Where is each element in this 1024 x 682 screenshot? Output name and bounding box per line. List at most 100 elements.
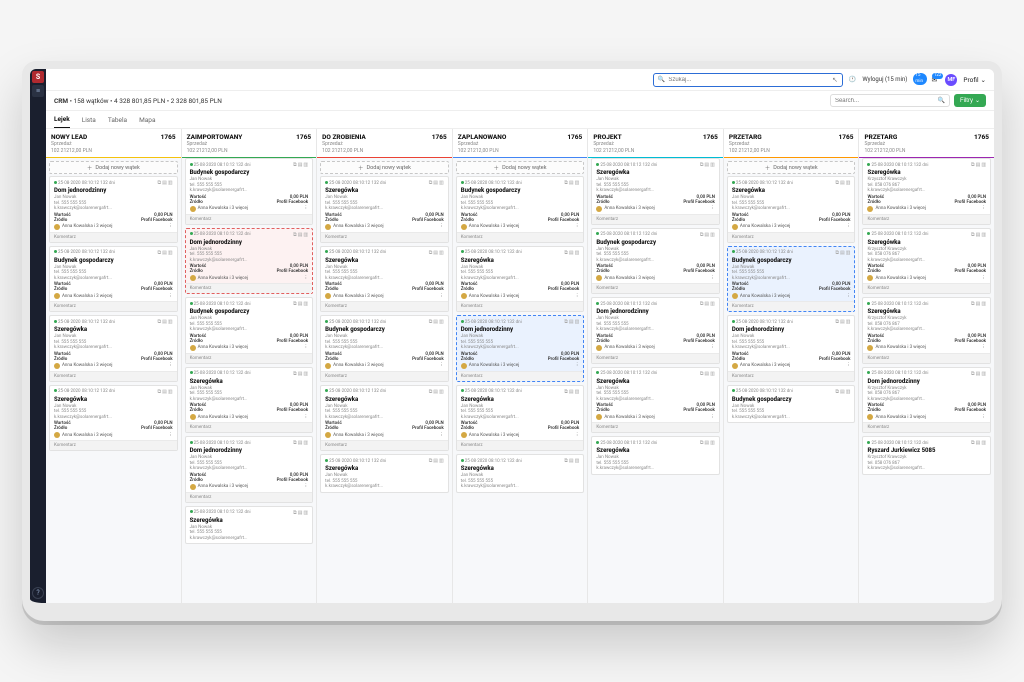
card-comment-bar[interactable]: Komentarz [728, 371, 855, 381]
archive-icon[interactable]: ▥ [168, 250, 173, 256]
app-logo[interactable]: S [32, 71, 44, 83]
copy-icon[interactable]: ⧉ [971, 440, 975, 446]
archive-icon[interactable]: ▥ [710, 162, 715, 168]
add-thread-button[interactable]: ＋ Dodaj nowy wątek [49, 161, 178, 174]
lead-card[interactable]: 25·08·2020 08:10:12 132 dni ⧉ ▤ ▥ Szereg… [456, 454, 585, 493]
card-comment-bar[interactable]: Komentarz [186, 353, 313, 363]
card-comment-bar[interactable]: Komentarz [50, 440, 177, 450]
card-comment-bar[interactable]: Komentarz [186, 422, 313, 432]
lead-card[interactable]: 25·08·2020 08:10:12 132 dni ⧉ ▤ ▥ Szereg… [320, 385, 449, 452]
archive-icon[interactable]: ▥ [981, 440, 986, 446]
more-icon[interactable]: ⋮ [575, 433, 580, 438]
card-comment-bar[interactable]: Komentarz [50, 301, 177, 311]
more-icon[interactable]: ⋮ [439, 363, 444, 368]
secondary-search[interactable]: 🔍 [830, 94, 950, 107]
calendar-icon[interactable]: ▤ [840, 250, 845, 256]
calendar-icon[interactable]: ▤ [298, 510, 303, 516]
more-icon[interactable]: ⋮ [439, 224, 444, 229]
copy-icon[interactable]: ⧉ [564, 250, 568, 256]
calendar-icon[interactable]: ▤ [840, 180, 845, 186]
archive-icon[interactable]: ▥ [981, 371, 986, 377]
more-icon[interactable]: ⋮ [982, 415, 987, 420]
lead-card[interactable]: 25·08·2020 08:10:12 132 dni ⧉ ▤ ▥ Budyne… [320, 315, 449, 382]
calendar-icon[interactable]: ▤ [433, 250, 438, 256]
user-avatar[interactable]: MF [945, 74, 957, 86]
lead-card[interactable]: 25·08·2020 08:10:12 132 dni ⧉ ▤ ▥ Dom je… [727, 315, 856, 382]
lead-card[interactable]: 25·08·2020 08:10:12 132 dni ⧉ ▤ ▥ Szereg… [185, 506, 314, 545]
archive-icon[interactable]: ▥ [575, 389, 580, 395]
copy-icon[interactable]: ⧉ [429, 180, 433, 186]
archive-icon[interactable]: ▥ [168, 180, 173, 186]
calendar-icon[interactable]: ▤ [298, 162, 303, 168]
calendar-icon[interactable]: ▤ [704, 371, 709, 377]
more-icon[interactable]: ⋮ [710, 206, 715, 211]
more-icon[interactable]: ⋮ [304, 206, 309, 211]
card-comment-bar[interactable]: Komentarz [457, 301, 584, 311]
more-icon[interactable]: ⋮ [846, 224, 851, 229]
card-comment-bar[interactable]: Komentarz [321, 440, 448, 450]
card-comment-bar[interactable]: Komentarz [50, 371, 177, 381]
lead-card[interactable]: 25·08·2020 08:10:12 132 dni ⧉ ▤ ▥ Dom je… [185, 228, 314, 295]
copy-icon[interactable]: ⧉ [835, 319, 839, 325]
more-icon[interactable]: ⋮ [846, 294, 851, 299]
archive-icon[interactable]: ▥ [575, 319, 580, 325]
card-comment-bar[interactable]: Komentarz [728, 232, 855, 242]
archive-icon[interactable]: ▥ [439, 180, 444, 186]
secondary-search-input[interactable] [835, 98, 938, 104]
filters-button[interactable]: Filtry ⌄ [954, 94, 986, 107]
copy-icon[interactable]: ⧉ [835, 180, 839, 186]
archive-icon[interactable]: ▥ [303, 301, 308, 307]
more-icon[interactable]: ⋮ [982, 206, 987, 211]
profile-menu[interactable]: Profil⌄ [963, 76, 986, 84]
global-search[interactable]: 🔍 ↖ [653, 73, 843, 87]
copy-icon[interactable]: ⧉ [158, 250, 162, 256]
calendar-icon[interactable]: ▤ [569, 458, 574, 464]
lead-card[interactable]: 25·08·2020 08:10:12 132 dni ⧉ ▤ ▥ Dom je… [591, 297, 720, 364]
more-icon[interactable]: ⋮ [710, 345, 715, 350]
archive-icon[interactable]: ▥ [575, 250, 580, 256]
mail-icon[interactable]: ✉122 [929, 75, 939, 85]
more-icon[interactable]: ⋮ [168, 224, 173, 229]
archive-icon[interactable]: ▥ [303, 232, 308, 238]
add-thread-button[interactable]: ＋ Dodaj nowy wątek [727, 161, 856, 174]
copy-icon[interactable]: ⧉ [971, 371, 975, 377]
copy-icon[interactable]: ⧉ [971, 232, 975, 238]
copy-icon[interactable]: ⧉ [293, 440, 297, 446]
copy-icon[interactable]: ⧉ [700, 301, 704, 307]
card-comment-bar[interactable]: Komentarz [863, 283, 990, 293]
calendar-icon[interactable]: ▤ [704, 301, 709, 307]
archive-icon[interactable]: ▥ [846, 180, 851, 186]
lead-card[interactable]: 25·08·2020 08:10:12 132 dni ⧉ ▤ ▥ Szereg… [862, 158, 991, 225]
more-icon[interactable]: ⋮ [982, 276, 987, 281]
archive-icon[interactable]: ▥ [439, 458, 444, 464]
copy-icon[interactable]: ⧉ [293, 301, 297, 307]
lead-card[interactable]: 25·08·2020 08:10:12 132 dni ⧉ ▤ ▥ Szereg… [591, 158, 720, 225]
lead-card[interactable]: 25·08·2020 08:10:12 132 dni ⧉ ▤ ▥ Szereg… [320, 454, 449, 493]
card-comment-bar[interactable]: Komentarz [457, 371, 584, 381]
copy-icon[interactable]: ⧉ [429, 389, 433, 395]
archive-icon[interactable]: ▥ [710, 301, 715, 307]
lead-card[interactable]: 25·08·2020 08:10:12 132 dni ⧉ ▤ ▥ Szereg… [49, 385, 178, 452]
card-comment-bar[interactable]: Komentarz [321, 301, 448, 311]
archive-icon[interactable]: ▥ [303, 162, 308, 168]
lead-card[interactable]: 25·08·2020 08:10:12 132 dni ⧉ ▤ ▥ Szereg… [591, 436, 720, 475]
calendar-icon[interactable]: ▤ [569, 250, 574, 256]
copy-icon[interactable]: ⧉ [158, 319, 162, 325]
copy-icon[interactable]: ⧉ [835, 250, 839, 256]
calendar-icon[interactable]: ▤ [162, 319, 167, 325]
archive-icon[interactable]: ▥ [710, 371, 715, 377]
card-comment-bar[interactable]: Komentarz [321, 232, 448, 242]
calendar-icon[interactable]: ▤ [433, 389, 438, 395]
calendar-icon[interactable]: ▤ [569, 319, 574, 325]
copy-icon[interactable]: ⧉ [700, 162, 704, 168]
tab-tabela[interactable]: Tabela [108, 112, 127, 128]
card-comment-bar[interactable]: Komentarz [50, 232, 177, 242]
global-search-input[interactable] [668, 77, 829, 83]
more-icon[interactable]: ⋮ [304, 345, 309, 350]
calendar-icon[interactable]: ▤ [704, 232, 709, 238]
copy-icon[interactable]: ⧉ [564, 458, 568, 464]
archive-icon[interactable]: ▥ [981, 162, 986, 168]
archive-icon[interactable]: ▥ [168, 389, 173, 395]
sidebar-nav-item[interactable]: ≡ [32, 85, 44, 97]
more-icon[interactable]: ⋮ [439, 294, 444, 299]
